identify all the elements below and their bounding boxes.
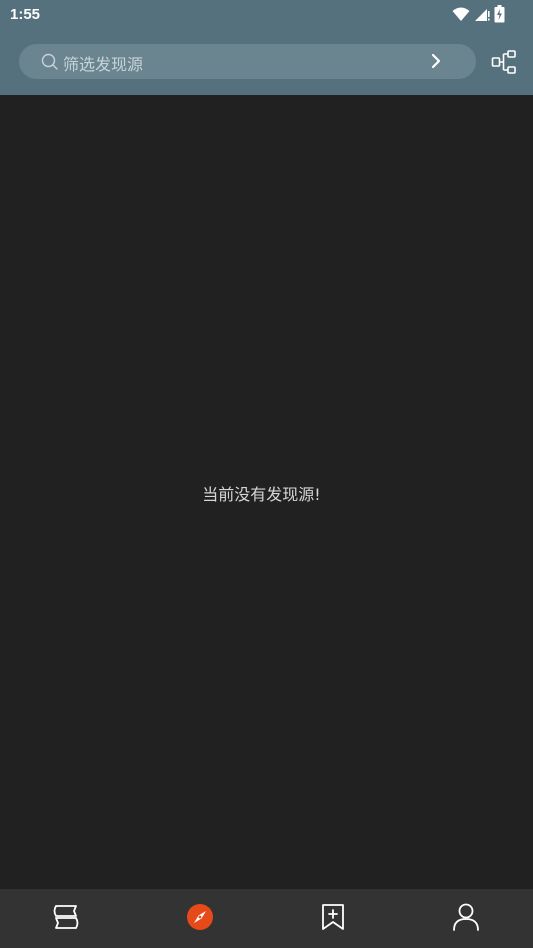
search-input[interactable]: 筛选发现源 [19, 44, 476, 79]
bookshelf-icon [51, 903, 81, 935]
nav-rss[interactable] [317, 903, 349, 935]
explore-compass-icon [186, 903, 214, 935]
nav-bookshelf[interactable] [50, 903, 82, 935]
nav-my[interactable] [450, 903, 482, 935]
explore-screen: 1:55 筛选发现源 当前没有发现源! [0, 0, 533, 948]
group-tree-icon[interactable] [491, 49, 517, 75]
top-app-bar: 1:55 筛选发现源 [0, 0, 533, 95]
chevron-right-icon[interactable] [430, 53, 442, 73]
search-placeholder: 筛选发现源 [63, 55, 144, 74]
status-bar: 1:55 [0, 0, 533, 30]
battery-icon [494, 5, 505, 27]
status-time: 1:55 [10, 6, 41, 23]
signal-icon [474, 6, 490, 26]
empty-state-message: 当前没有发现源! [202, 485, 321, 504]
rss-bookmark-icon [321, 903, 345, 935]
nav-explore[interactable] [184, 903, 216, 935]
search-icon [41, 53, 59, 75]
bottom-navigation [0, 889, 533, 948]
wifi-icon [452, 6, 470, 26]
status-icons [452, 5, 505, 27]
profile-icon [452, 902, 480, 936]
